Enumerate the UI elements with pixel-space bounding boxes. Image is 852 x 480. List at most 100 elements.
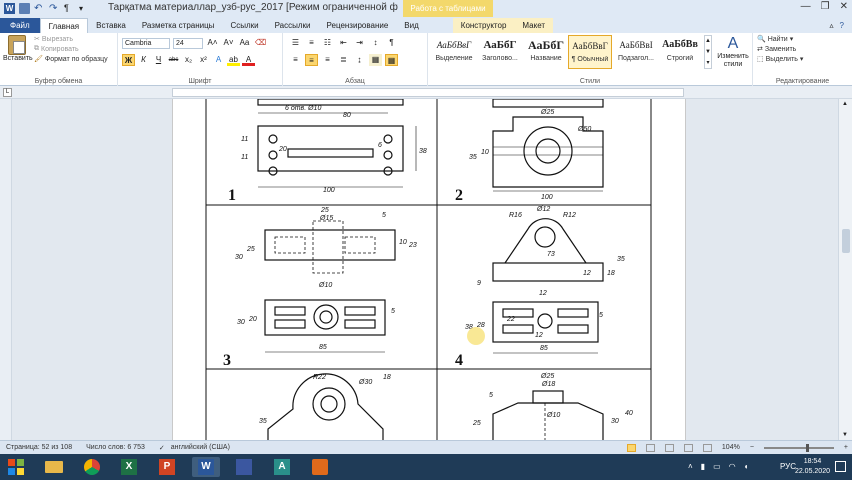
align-left-icon[interactable]: ≡ xyxy=(289,54,302,66)
font-name-select[interactable]: Cambria xyxy=(122,37,170,49)
clear-format-icon[interactable]: ⌫ xyxy=(254,37,267,49)
explorer-taskbar-icon[interactable] xyxy=(40,457,68,477)
draft-view-icon[interactable] xyxy=(702,443,712,452)
format-painter-button[interactable]: 🖌 Формат по образцу xyxy=(34,55,108,64)
shrink-font-icon[interactable]: A˅ xyxy=(222,37,235,49)
tab-file[interactable]: Файл xyxy=(0,18,40,33)
scroll-down-icon[interactable]: ▼ xyxy=(842,432,848,438)
italic-button[interactable]: К xyxy=(137,54,150,66)
reading-view-icon[interactable] xyxy=(645,443,655,452)
media-taskbar-icon[interactable] xyxy=(230,457,258,477)
tab-view[interactable]: Вид xyxy=(396,18,426,33)
style-normal[interactable]: АаБбВвГ ¶ Обычный xyxy=(568,35,612,69)
tab-selector-icon[interactable]: L xyxy=(3,88,12,97)
tab-mailings[interactable]: Рассылки xyxy=(267,18,319,33)
font-size-select[interactable]: 24 xyxy=(173,37,203,49)
align-center-icon[interactable]: ≡ xyxy=(305,54,318,66)
tab-home[interactable]: Главная xyxy=(39,18,89,33)
horizontal-ruler[interactable]: L xyxy=(0,86,852,99)
zoom-in-icon[interactable]: + xyxy=(844,444,848,451)
justify-icon[interactable]: ≣ xyxy=(337,54,350,66)
tab-design[interactable]: Конструктор xyxy=(452,18,515,33)
document-page[interactable]: 1 6 отв. Ø10 80 100 38 11 11 20 6 2 Ø25 … xyxy=(172,99,686,440)
volume-icon[interactable]: ◖ xyxy=(744,462,749,471)
zoom-slider[interactable] xyxy=(763,443,834,452)
sort-icon[interactable]: ↕ xyxy=(369,37,382,49)
start-button[interactable] xyxy=(8,459,24,475)
language-indicator-tray[interactable]: РУС xyxy=(780,462,796,471)
minimize-button[interactable]: — xyxy=(801,1,811,12)
styles-scroll[interactable]: ▲ ▼ ▾ xyxy=(704,35,712,69)
battery-icon[interactable]: ▭ xyxy=(713,462,721,471)
cut-button[interactable]: ✂ Вырезать xyxy=(34,35,108,44)
find-button[interactable]: 🔍 Найти ▾ xyxy=(757,35,803,44)
word-taskbar-icon[interactable]: W xyxy=(192,457,220,477)
print-layout-icon[interactable] xyxy=(626,443,636,452)
tab-page-layout[interactable]: Разметка страницы xyxy=(134,18,223,33)
customize-qat-icon[interactable]: ▾ xyxy=(79,3,90,14)
shading-icon[interactable]: ▦ xyxy=(369,54,382,66)
language-indicator[interactable]: английский (США) xyxy=(171,444,230,451)
powerpoint-taskbar-icon[interactable]: P xyxy=(153,457,181,477)
help-icon[interactable]: ? xyxy=(840,21,844,30)
highlight-color-icon[interactable]: ab xyxy=(227,54,240,66)
word-logo-icon[interactable]: W xyxy=(4,3,15,14)
line-spacing-icon[interactable]: ↨ xyxy=(353,54,366,66)
change-case-icon[interactable]: Aa xyxy=(238,37,251,49)
save-icon[interactable] xyxy=(19,3,30,14)
numbering-icon[interactable]: ≡ xyxy=(305,37,318,49)
style-title[interactable]: АаБбГ Название xyxy=(524,35,568,69)
publisher-taskbar-icon[interactable]: A xyxy=(268,457,296,477)
replace-button[interactable]: ⇄ Заменить xyxy=(757,45,803,54)
zoom-level[interactable]: 104% xyxy=(722,444,740,451)
text-effects-icon[interactable]: A xyxy=(212,54,225,66)
style-heading[interactable]: АаБбГ Заголово... xyxy=(478,35,522,69)
page-counter[interactable]: Страница: 52 из 108 xyxy=(6,444,72,451)
grow-font-icon[interactable]: A˄ xyxy=(206,37,219,49)
increase-indent-icon[interactable]: ⇥ xyxy=(353,37,366,49)
camera-taskbar-icon[interactable] xyxy=(306,457,334,477)
style-emphasis[interactable]: АаБбВвГ Выделение xyxy=(432,35,476,69)
maximize-button[interactable]: ❐ xyxy=(821,1,830,12)
scroll-up-icon[interactable]: ▲ xyxy=(842,101,848,107)
style-strong[interactable]: АаБбВв Строгий xyxy=(658,35,702,69)
spellcheck-icon[interactable]: ✓ xyxy=(159,444,165,452)
multilevel-list-icon[interactable]: ☷ xyxy=(321,37,334,49)
align-right-icon[interactable]: ≡ xyxy=(321,54,334,66)
style-subtitle[interactable]: АаБбВвІ Подзагол... xyxy=(614,35,658,69)
select-button[interactable]: ⬚ Выделить ▾ xyxy=(757,55,803,64)
strikethrough-button[interactable]: abc xyxy=(167,54,180,66)
tray-expand-icon[interactable]: ˄ xyxy=(688,462,693,471)
network-icon[interactable]: ▮ xyxy=(701,462,705,471)
web-layout-icon[interactable] xyxy=(664,443,674,452)
vertical-scrollbar[interactable]: ▲ ▼ xyxy=(838,99,852,440)
redo-icon[interactable]: ↷ xyxy=(49,3,60,14)
tab-review[interactable]: Рецензирование xyxy=(319,18,397,33)
scrollbar-thumb[interactable] xyxy=(842,229,850,253)
bold-button[interactable]: Ж xyxy=(122,54,135,66)
subscript-button[interactable]: x₂ xyxy=(182,54,195,66)
decrease-indent-icon[interactable]: ⇤ xyxy=(337,37,350,49)
word-count[interactable]: Число слов: 6 753 xyxy=(86,444,145,451)
clock[interactable]: 18:54 22.05.2020 xyxy=(795,457,830,477)
undo-icon[interactable]: ↶ xyxy=(34,3,45,14)
show-marks-icon[interactable]: ¶ xyxy=(385,37,398,49)
notifications-icon[interactable] xyxy=(835,461,846,472)
tab-layout[interactable]: Макет xyxy=(514,18,554,33)
superscript-button[interactable]: x² xyxy=(197,54,210,66)
tab-insert[interactable]: Вставка xyxy=(88,18,134,33)
zoom-out-icon[interactable]: − xyxy=(750,444,754,451)
font-color-icon[interactable]: A xyxy=(242,54,255,66)
borders-icon[interactable]: ▦ xyxy=(385,54,398,66)
paste-button[interactable]: Вставить xyxy=(3,35,33,62)
close-button[interactable]: ✕ xyxy=(840,1,848,12)
collapse-ribbon-icon[interactable]: ▵ xyxy=(830,21,834,30)
underline-button[interactable]: Ч xyxy=(152,54,165,66)
outline-view-icon[interactable] xyxy=(683,443,693,452)
vertical-ruler[interactable] xyxy=(0,99,12,440)
wifi-icon[interactable]: ◠ xyxy=(729,462,736,471)
paragraph-mark-icon[interactable]: ¶ xyxy=(64,3,75,14)
copy-button[interactable]: ⧉ Копировать xyxy=(34,45,108,53)
chrome-taskbar-icon[interactable] xyxy=(78,457,106,477)
change-styles-button[interactable]: A Изменить стили xyxy=(714,35,752,69)
